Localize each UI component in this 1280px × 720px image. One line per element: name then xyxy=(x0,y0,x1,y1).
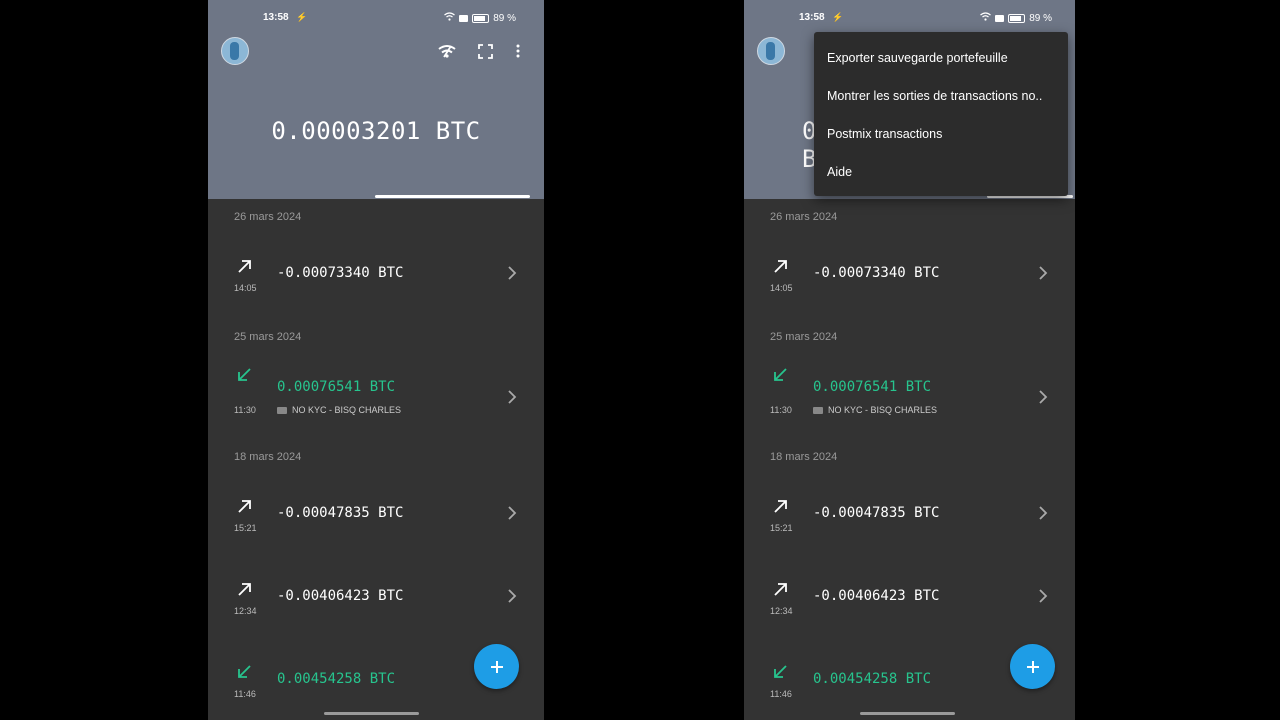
date-header: 18 mars 2024 xyxy=(770,451,838,463)
notification-icon: ⚡ xyxy=(832,12,844,22)
fullscreen-icon[interactable] xyxy=(474,40,496,62)
sim-icon xyxy=(995,14,1005,22)
wallet-screen-left: 13:58 ⚡ 89 % 0.00003201 BTC 26 mars 2024 xyxy=(208,0,544,720)
transaction-row[interactable]: 15:21 -0.00047835 BTC xyxy=(208,483,544,563)
status-bar: 13:58 ⚡ 89 % xyxy=(208,12,544,26)
transaction-row[interactable]: 12:34 -0.00406423 BTC xyxy=(744,566,1075,646)
tab-indicator xyxy=(375,195,530,198)
transaction-time: 12:34 xyxy=(770,606,793,616)
wifi-icon xyxy=(444,12,456,24)
outgoing-arrow-icon xyxy=(238,500,251,513)
battery-icon xyxy=(472,13,490,23)
date-header: 25 mars 2024 xyxy=(234,331,302,343)
outgoing-arrow-icon xyxy=(238,583,251,596)
date-header: 26 mars 2024 xyxy=(234,211,302,223)
home-indicator[interactable] xyxy=(324,712,419,715)
sim-icon xyxy=(459,14,469,22)
menu-item-export-backup[interactable]: Exporter sauvegarde portefeuille xyxy=(827,51,1057,65)
transaction-amount: 0.00454258 BTC xyxy=(277,671,396,687)
chevron-right-icon xyxy=(1039,266,1048,280)
more-vert-icon[interactable] xyxy=(507,40,529,62)
add-button[interactable] xyxy=(1010,644,1055,689)
transaction-time: 11:46 xyxy=(234,689,256,699)
transaction-amount: -0.00047835 BTC xyxy=(813,505,940,521)
date-header: 26 mars 2024 xyxy=(770,211,838,223)
incoming-arrow-icon xyxy=(774,368,787,381)
black-region xyxy=(544,37,744,720)
label-icon xyxy=(277,406,287,414)
incoming-arrow-icon xyxy=(238,368,251,381)
transaction-amount: -0.00406423 BTC xyxy=(277,588,404,604)
transaction-row[interactable]: 11:30 0.00076541 BTC NO KYC - BISQ CHARL… xyxy=(208,352,544,432)
transaction-row[interactable]: 14:05 -0.00073340 BTC xyxy=(208,243,544,323)
chevron-right-icon xyxy=(508,390,517,404)
transaction-row[interactable]: 15:21 -0.00047835 BTC xyxy=(744,483,1075,563)
chevron-right-icon xyxy=(1039,589,1048,603)
wallet-balance: 0.00003201 BTC xyxy=(271,117,481,145)
home-indicator[interactable] xyxy=(860,712,955,715)
transaction-row[interactable]: 12:34 -0.00406423 BTC xyxy=(208,566,544,646)
transaction-amount: -0.00047835 BTC xyxy=(277,505,404,521)
menu-item-postmix[interactable]: Postmix transactions xyxy=(827,127,1057,141)
notification-icon: ⚡ xyxy=(296,12,308,22)
status-time: 13:58 xyxy=(263,12,289,23)
add-button[interactable] xyxy=(474,644,519,689)
menu-item-help[interactable]: Aide xyxy=(827,165,1057,179)
transaction-row[interactable]: 14:05 -0.00073340 BTC xyxy=(744,243,1075,323)
chevron-right-icon xyxy=(508,589,517,603)
chevron-right-icon xyxy=(508,506,517,520)
transaction-amount: -0.00073340 BTC xyxy=(277,265,404,281)
transaction-time: 11:30 xyxy=(770,405,792,415)
transaction-label: NO KYC - BISQ CHARLES xyxy=(813,405,937,415)
outgoing-arrow-icon xyxy=(774,260,787,273)
outgoing-arrow-icon xyxy=(774,583,787,596)
wallet-screen-right: 13:58 ⚡ 89 % 0.00003201 BTC 26 mars 2024… xyxy=(744,0,1075,720)
black-region xyxy=(1075,44,1088,564)
transaction-label: NO KYC - BISQ CHARLES xyxy=(277,405,401,415)
outgoing-arrow-icon xyxy=(774,500,787,513)
transaction-time: 14:05 xyxy=(770,283,793,293)
chevron-right-icon xyxy=(1039,506,1048,520)
battery-level: 89 % xyxy=(493,12,516,24)
network-icon[interactable] xyxy=(436,40,458,62)
wifi-icon xyxy=(980,12,992,24)
incoming-arrow-icon xyxy=(774,665,787,678)
transaction-label-text: NO KYC - BISQ CHARLES xyxy=(292,405,402,415)
battery-icon xyxy=(1008,13,1026,23)
plus-icon xyxy=(490,660,503,673)
transaction-amount: -0.00406423 BTC xyxy=(813,588,940,604)
avatar[interactable] xyxy=(757,37,785,65)
transaction-time: 11:30 xyxy=(234,405,256,415)
chevron-right-icon xyxy=(508,266,517,280)
plus-icon xyxy=(1026,660,1039,673)
transaction-row[interactable]: 11:30 0.00076541 BTC NO KYC - BISQ CHARL… xyxy=(744,352,1075,432)
transaction-label-text: NO KYC - BISQ CHARLES xyxy=(828,405,938,415)
menu-item-show-outputs[interactable]: Montrer les sorties de transactions no.. xyxy=(827,89,1057,103)
transaction-time: 15:21 xyxy=(234,523,257,533)
status-time: 13:58 xyxy=(799,12,825,23)
date-header: 18 mars 2024 xyxy=(234,451,302,463)
transaction-time: 14:05 xyxy=(234,283,257,293)
overflow-menu: Exporter sauvegarde portefeuille Montrer… xyxy=(814,32,1068,196)
label-icon xyxy=(813,406,823,414)
transaction-amount: 0.00076541 BTC xyxy=(277,379,396,395)
battery-level: 89 % xyxy=(1029,12,1052,24)
transaction-amount: -0.00073340 BTC xyxy=(813,265,940,281)
transaction-time: 12:34 xyxy=(234,606,257,616)
date-header: 25 mars 2024 xyxy=(770,331,838,343)
wallet-header: 13:58 ⚡ 89 % 0.00003201 BTC xyxy=(208,0,544,199)
chevron-right-icon xyxy=(1039,390,1048,404)
transaction-time: 15:21 xyxy=(770,523,793,533)
avatar[interactable] xyxy=(221,37,249,65)
transaction-amount: 0.00076541 BTC xyxy=(813,379,932,395)
transaction-amount: 0.00454258 BTC xyxy=(813,671,932,687)
incoming-arrow-icon xyxy=(238,665,251,678)
outgoing-arrow-icon xyxy=(238,260,251,273)
status-bar: 13:58 ⚡ 89 % xyxy=(744,12,1075,26)
transaction-time: 11:46 xyxy=(770,689,792,699)
